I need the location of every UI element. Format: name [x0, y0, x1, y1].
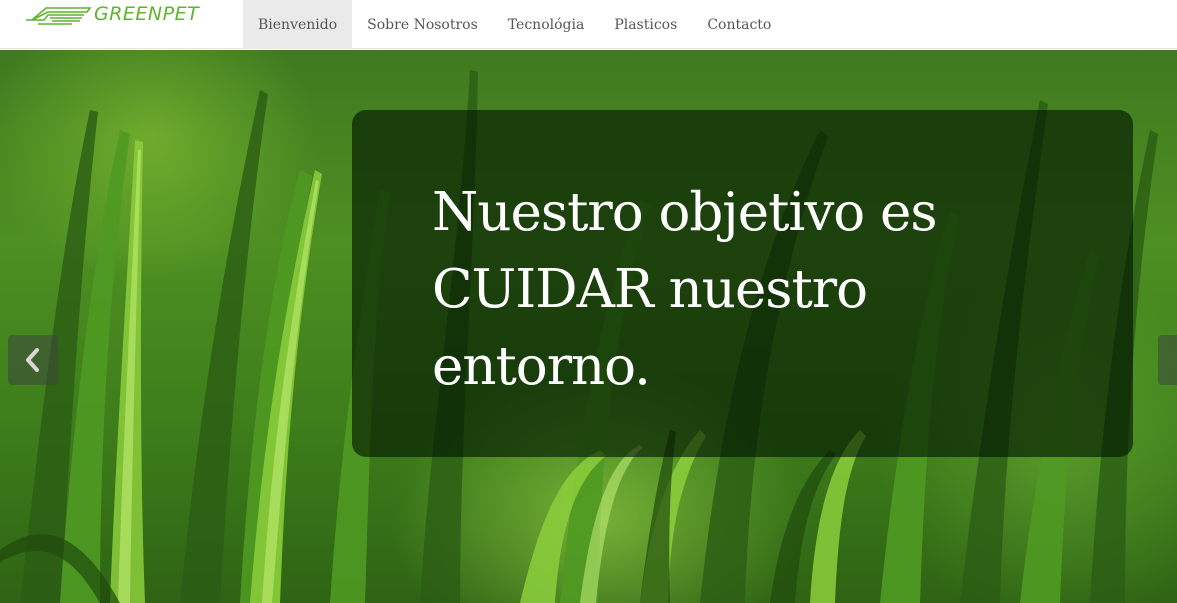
- nav-item-sobre-nosotros[interactable]: Sobre Nosotros: [352, 0, 493, 49]
- hero-caption-line: CUIDAR nuestro: [432, 259, 868, 320]
- hero-carousel: Nuestro objetivo es CUIDAR nuestro entor…: [0, 50, 1177, 603]
- top-navbar: GREENPET Bienvenido Sobre Nosotros Tecno…: [0, 0, 1177, 49]
- nav-item-contacto[interactable]: Contacto: [692, 0, 786, 49]
- carousel-prev-button[interactable]: [8, 335, 58, 385]
- brand-logo-link[interactable]: GREENPET: [0, 0, 243, 49]
- hero-caption-line: Nuestro objetivo es: [432, 182, 938, 243]
- hero-caption-line: entorno.: [432, 336, 651, 397]
- nav-item-bienvenido[interactable]: Bienvenido: [243, 0, 353, 49]
- chevron-left-icon: [26, 348, 39, 372]
- nav-item-tecnologia[interactable]: Tecnológia: [493, 0, 600, 49]
- logo-mark-icon: [26, 7, 92, 25]
- carousel-next-button[interactable]: [1158, 335, 1177, 385]
- main-nav: Bienvenido Sobre Nosotros Tecnológia Pla…: [243, 0, 786, 49]
- brand-name: GREENPET: [94, 3, 200, 25]
- hero-caption-box: Nuestro objetivo es CUIDAR nuestro entor…: [352, 110, 1133, 457]
- hero-caption: Nuestro objetivo es CUIDAR nuestro entor…: [432, 174, 972, 405]
- nav-item-plasticos[interactable]: Plasticos: [599, 0, 692, 49]
- chevron-right-icon: [1173, 347, 1177, 373]
